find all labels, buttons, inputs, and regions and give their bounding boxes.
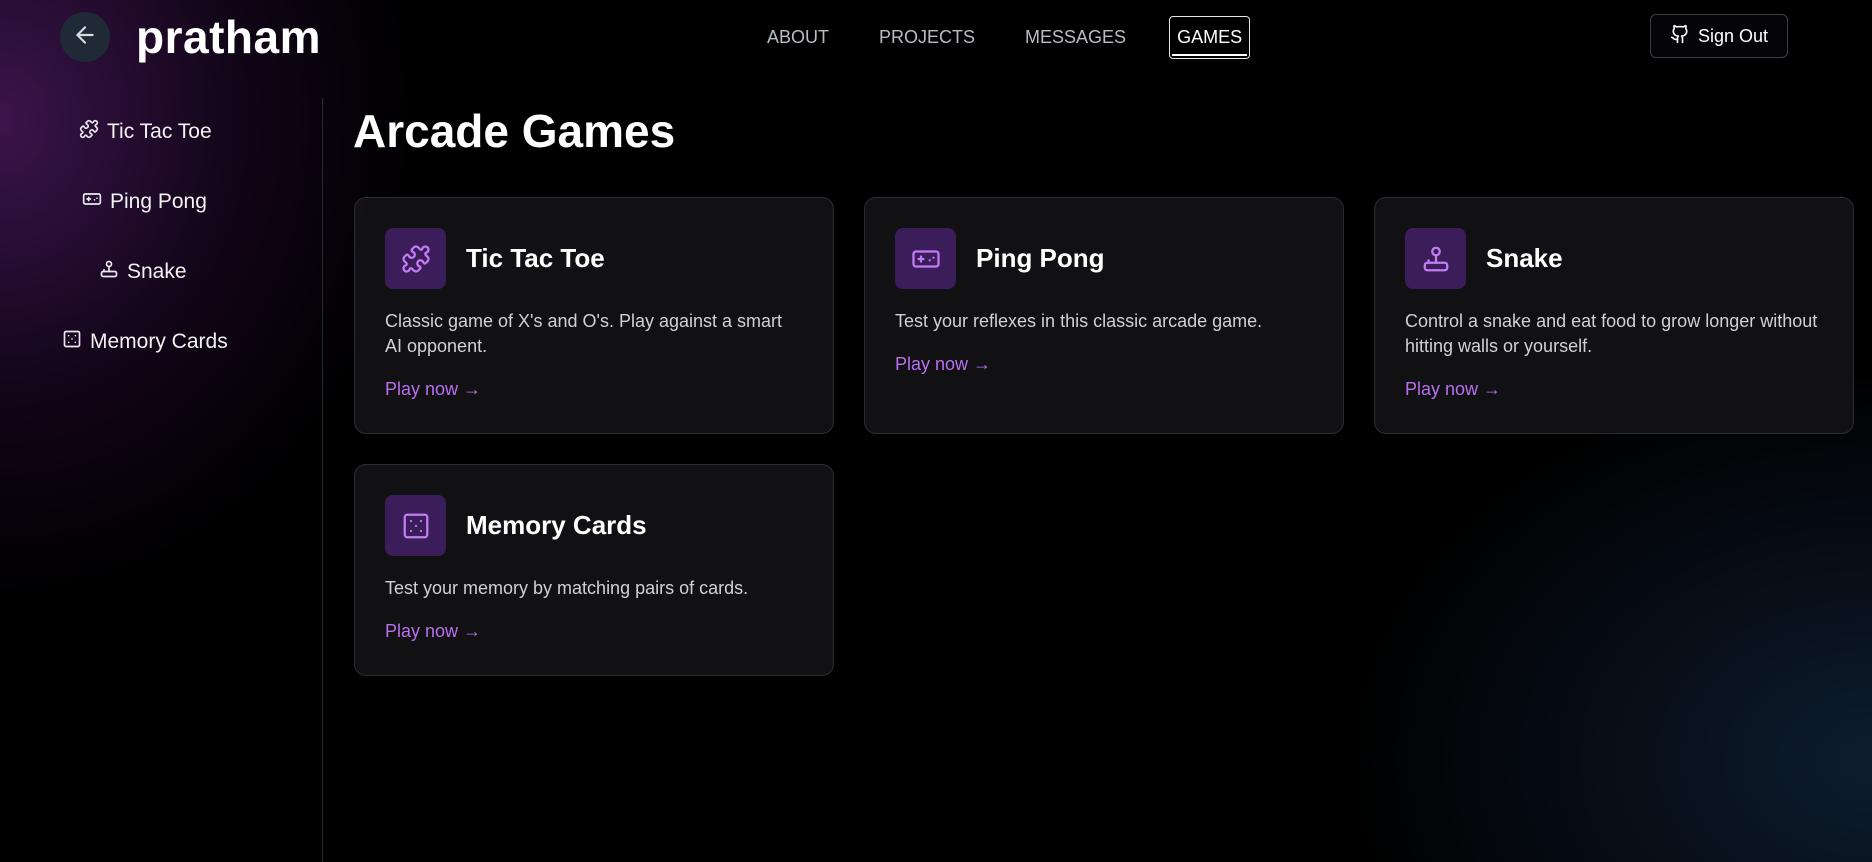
- game-card-ping-pong[interactable]: Ping Pong Test your reflexes in this cla…: [864, 197, 1344, 434]
- game-card-snake[interactable]: Snake Control a snake and eat food to gr…: [1374, 197, 1854, 434]
- card-header: Memory Cards: [385, 495, 803, 556]
- card-title: Ping Pong: [976, 243, 1105, 273]
- card-header: Snake: [1405, 228, 1823, 289]
- joystick-icon: [99, 259, 119, 285]
- card-description: Test your reflexes in this classic arcad…: [895, 311, 1263, 331]
- page-title: Arcade Games: [353, 105, 676, 157]
- gamepad-icon: [895, 228, 956, 289]
- sidebar-item-snake[interactable]: Snake: [99, 257, 187, 287]
- back-button[interactable]: [60, 12, 110, 62]
- page: pratham ABOUT PROJECTS MESSAGES GAMES Si…: [0, 0, 1872, 862]
- puzzle-icon: [385, 228, 446, 289]
- card-title: Snake: [1486, 243, 1563, 273]
- sidebar-item-label: Snake: [127, 260, 187, 283]
- card-title: Tic Tac Toe: [466, 243, 605, 273]
- sidebar-divider: [322, 98, 323, 862]
- play-now-link[interactable]: Play now →: [1405, 379, 1823, 400]
- nav-about[interactable]: ABOUT: [760, 15, 836, 59]
- sidebar-item-label: Ping Pong: [110, 190, 207, 213]
- nav-projects[interactable]: PROJECTS: [872, 15, 982, 59]
- sidebar-item-tic-tac-toe[interactable]: Tic Tac Toe: [79, 117, 212, 147]
- top-nav: ABOUT PROJECTS MESSAGES GAMES: [760, 15, 1286, 59]
- puzzle-icon: [79, 119, 99, 145]
- sign-out-button[interactable]: Sign Out: [1650, 14, 1788, 58]
- sidebar-item-label: Memory Cards: [90, 330, 228, 353]
- github-icon: [1670, 24, 1690, 49]
- game-card-memory-cards[interactable]: Memory Cards Test your memory by matchin…: [354, 464, 834, 676]
- play-now-link[interactable]: Play now →: [385, 379, 803, 400]
- card-header: Ping Pong: [895, 228, 1313, 289]
- brand-logo[interactable]: pratham: [136, 10, 321, 64]
- play-now-link[interactable]: Play now →: [385, 621, 803, 642]
- card-description: Control a snake and eat food to grow lon…: [1405, 311, 1818, 356]
- dice-icon: [385, 495, 446, 556]
- sidebar-item-ping-pong[interactable]: Ping Pong: [82, 187, 207, 217]
- play-now-link[interactable]: Play now →: [895, 354, 1313, 375]
- joystick-icon: [1405, 228, 1466, 289]
- sidebar-item-label: Tic Tac Toe: [107, 120, 212, 143]
- nav-games[interactable]: GAMES: [1169, 15, 1251, 59]
- nav-messages[interactable]: MESSAGES: [1018, 15, 1133, 59]
- card-description: Classic game of X's and O's. Play agains…: [385, 311, 783, 356]
- gamepad-icon: [82, 189, 102, 215]
- dice-icon: [62, 329, 82, 355]
- game-card-tic-tac-toe[interactable]: Tic Tac Toe Classic game of X's and O's.…: [354, 197, 834, 434]
- card-description: Test your memory by matching pairs of ca…: [385, 578, 749, 598]
- sidebar-item-memory-cards[interactable]: Memory Cards: [62, 327, 228, 357]
- arrow-left-icon: [72, 22, 98, 53]
- card-header: Tic Tac Toe: [385, 228, 803, 289]
- card-title: Memory Cards: [466, 510, 647, 540]
- sign-out-label: Sign Out: [1697, 25, 1769, 46]
